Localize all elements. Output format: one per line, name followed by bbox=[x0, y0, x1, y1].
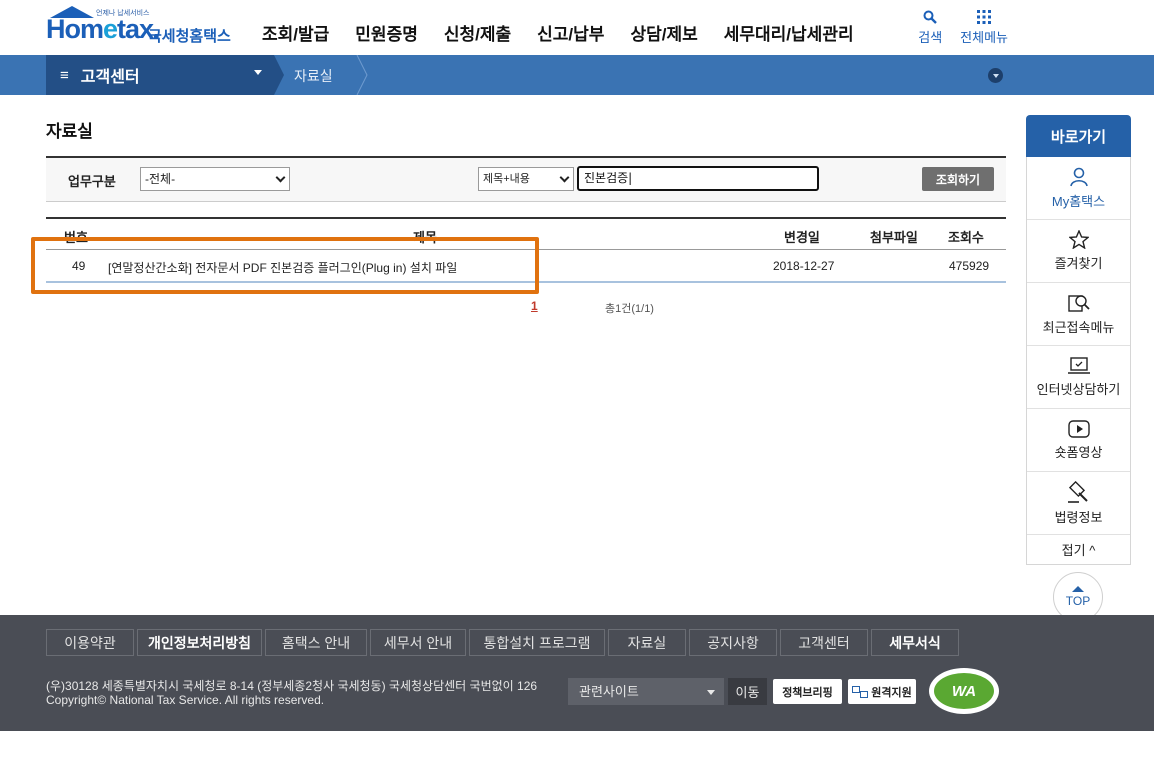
header-tools: 검색 전체메뉴 bbox=[900, 10, 1008, 46]
location-home-label: 고객센터 bbox=[80, 69, 140, 86]
footer-link-library[interactable]: 자료실 bbox=[608, 629, 686, 656]
all-menu-label: 전체메뉴 bbox=[960, 30, 1008, 45]
caret-down-icon bbox=[707, 690, 715, 695]
chevron-down-icon bbox=[559, 172, 570, 183]
category-label: 업무구분 bbox=[68, 174, 116, 189]
wa-logo-icon: WA bbox=[934, 673, 994, 709]
related-site-go-button[interactable]: 이동 bbox=[728, 678, 767, 705]
page-1-link[interactable]: 1 bbox=[531, 299, 538, 313]
header: 언제나 납세서비스 Hometax. 국세청홈택스 조회/발급 민원증명 신청/… bbox=[0, 0, 1154, 55]
laptop-icon bbox=[1067, 356, 1090, 374]
row-highlight-box bbox=[31, 237, 539, 294]
footer-copyright: Copyright© National Tax Service. All rig… bbox=[46, 693, 325, 707]
chevron-down-icon bbox=[275, 172, 286, 183]
search-label: 검색 bbox=[918, 30, 943, 45]
wa-certification-mark: WA bbox=[929, 668, 999, 714]
hometax-logo[interactable]: 언제나 납세서비스 Hometax. 국세청홈택스 bbox=[46, 6, 236, 48]
header-date: 변경일 bbox=[784, 230, 820, 245]
location-bar: ≡ 고객센터 자료실 bbox=[0, 55, 1154, 95]
logo-korean-name: 국세청홈택스 bbox=[148, 28, 231, 45]
search-submit-button[interactable]: 조회하기 bbox=[922, 167, 994, 191]
chevron-down-icon bbox=[992, 74, 999, 78]
nav-item-consult[interactable]: 상담/제보 bbox=[630, 20, 697, 45]
total-count: 총1건(1/1) bbox=[605, 303, 654, 315]
quick-menu: 바로가기 My홈택스 즐겨찾기 최근접속메뉴 인터넷상담하기 숏폼영상 법령정보… bbox=[1026, 115, 1131, 565]
quick-menu-title: 바로가기 bbox=[1026, 115, 1131, 157]
nav-item-certificate[interactable]: 민원증명 bbox=[355, 20, 418, 45]
remote-support-label: 원격지원 bbox=[871, 686, 912, 699]
footer-address: (우)30128 세종특별자치시 국세청로 8-14 (정부세종2청사 국세청동… bbox=[46, 679, 538, 693]
nav-item-application[interactable]: 신청/제출 bbox=[444, 20, 511, 45]
caret-down-icon bbox=[254, 70, 262, 75]
footer-address-block: (우)30128 세종특별자치시 국세청로 8-14 (정부세종2청사 국세청동… bbox=[46, 679, 537, 707]
remote-support-link[interactable]: 원격지원 bbox=[848, 679, 916, 704]
search-form: 업무구분 -전체- 제목+내용 진본검증| 조회하기 bbox=[46, 156, 1006, 202]
search-input[interactable]: 진본검증| bbox=[577, 166, 819, 191]
star-icon bbox=[1068, 230, 1089, 249]
footer-link-notice[interactable]: 공지사항 bbox=[689, 629, 777, 656]
related-site-select[interactable]: 관련사이트 bbox=[568, 678, 724, 705]
category-select-value: -전체- bbox=[145, 172, 176, 186]
header-attach: 첨부파일 bbox=[870, 230, 918, 245]
footer-link-hometax-guide[interactable]: 홈택스 안내 bbox=[265, 629, 367, 656]
policy-briefing-link[interactable]: 정책브리핑 bbox=[773, 679, 842, 704]
quick-item-label: 즐겨찾기 bbox=[1054, 256, 1103, 271]
play-icon bbox=[1067, 419, 1090, 438]
page-title: 자료실 bbox=[46, 122, 93, 141]
nav-item-agent[interactable]: 세무대리/납세관리 bbox=[724, 20, 854, 45]
related-site-value: 관련사이트 bbox=[579, 684, 639, 699]
arrow-up-icon bbox=[1072, 586, 1084, 592]
quick-item-law[interactable]: 법령정보 bbox=[1027, 472, 1130, 535]
search-button[interactable]: 검색 bbox=[918, 10, 942, 46]
all-menu-button[interactable]: 전체메뉴 bbox=[960, 10, 1008, 46]
footer-link-tax-forms[interactable]: 세무서식 bbox=[871, 629, 959, 656]
scroll-top-label: TOP bbox=[1065, 594, 1091, 608]
row-views: 475929 bbox=[949, 259, 990, 273]
breadcrumb-separator-icon bbox=[356, 55, 368, 95]
header-views: 조회수 bbox=[948, 230, 984, 245]
user-icon bbox=[1069, 167, 1088, 186]
grid-icon bbox=[977, 10, 992, 24]
row-date: 2018-12-27 bbox=[773, 259, 835, 273]
quick-item-label: My홈택스 bbox=[1051, 193, 1106, 209]
breadcrumb-current[interactable]: 자료실 bbox=[294, 66, 333, 86]
nav-item-inquiry[interactable]: 조회/발급 bbox=[262, 20, 329, 45]
quick-item-my-hometax[interactable]: My홈택스 bbox=[1027, 157, 1130, 220]
quick-item-label: 최근접속메뉴 bbox=[1042, 319, 1115, 335]
quick-menu-fold-button[interactable]: 접기 ^ bbox=[1027, 535, 1130, 564]
search-field-value: 제목+내용 bbox=[483, 173, 530, 185]
category-select[interactable]: -전체- bbox=[140, 167, 290, 191]
quick-item-label: 숏폼영상 bbox=[1054, 444, 1103, 460]
footer: 이용약관 개인정보처리방침 홈택스 안내 세무서 안내 통합설치 프로그램 자료… bbox=[0, 615, 1154, 731]
breadcrumb-arrow-icon bbox=[274, 55, 284, 95]
quick-item-favorites[interactable]: 즐겨찾기 bbox=[1027, 220, 1130, 283]
footer-link-install[interactable]: 통합설치 프로그램 bbox=[469, 629, 605, 656]
search-field-select[interactable]: 제목+내용 bbox=[478, 167, 574, 191]
footer-link-terms[interactable]: 이용약관 bbox=[46, 629, 134, 656]
quick-item-label: 법령정보 bbox=[1054, 509, 1103, 525]
recent-search-icon bbox=[1067, 294, 1090, 312]
footer-link-customer-center[interactable]: 고객센터 bbox=[780, 629, 868, 656]
gavel-icon bbox=[1067, 480, 1088, 503]
footer-link-taxoffice-guide[interactable]: 세무서 안내 bbox=[370, 629, 466, 656]
quick-item-shortform[interactable]: 숏폼영상 bbox=[1027, 409, 1130, 472]
main-navigation: 조회/발급 민원증명 신청/제출 신고/납부 상담/제보 세무대리/납세관리 bbox=[262, 20, 880, 45]
logo-wordmark: Hometax. bbox=[46, 14, 161, 44]
quick-menu-list: My홈택스 즐겨찾기 최근접속메뉴 인터넷상담하기 숏폼영상 법령정보 접기 ^ bbox=[1026, 157, 1131, 565]
footer-links: 이용약관 개인정보처리방침 홈택스 안내 세무서 안내 통합설치 프로그램 자료… bbox=[46, 629, 962, 656]
quick-item-label: 인터넷상담하기 bbox=[1036, 381, 1121, 397]
location-home-dropdown[interactable]: ≡ 고객센터 bbox=[46, 55, 274, 95]
quick-item-online-consult[interactable]: 인터넷상담하기 bbox=[1027, 346, 1130, 409]
footer-link-privacy[interactable]: 개인정보처리방침 bbox=[137, 629, 262, 656]
location-expand-button[interactable] bbox=[988, 68, 1003, 83]
remote-support-icon bbox=[852, 685, 869, 698]
nav-item-filing[interactable]: 신고/납부 bbox=[537, 20, 604, 45]
hamburger-icon: ≡ bbox=[60, 66, 69, 84]
search-icon bbox=[923, 10, 938, 24]
quick-item-recent[interactable]: 최근접속메뉴 bbox=[1027, 283, 1130, 346]
